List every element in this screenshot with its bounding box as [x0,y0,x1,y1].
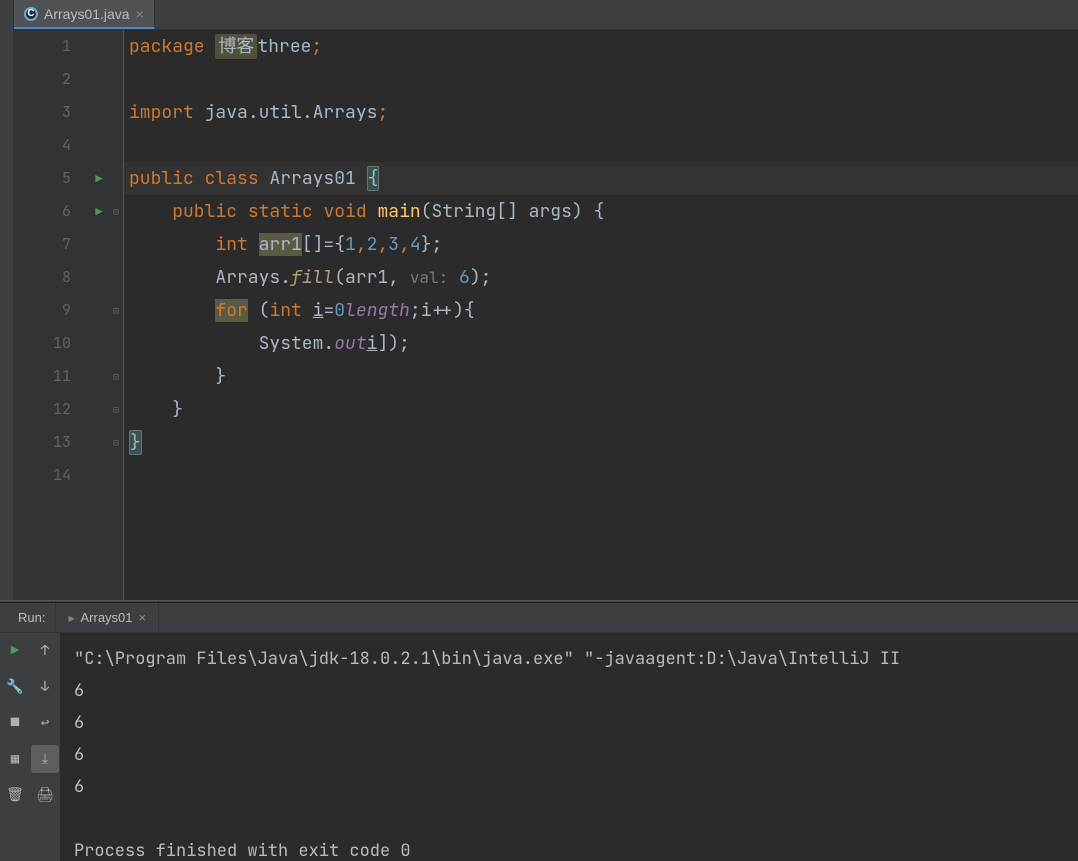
console-exit: Process finished with exit code 0 [74,840,411,861]
run-label: Run: [0,610,55,625]
console-line: 6 [74,776,84,798]
file-tab-arrays01[interactable]: C Arrays01.java × [14,0,155,29]
down-arrow-icon[interactable]: ↓ [31,673,59,701]
fold-gutter: ⊟ ⊟ ⊟ ⊟ ⊟ [109,30,123,600]
console-line: 6 [74,680,84,702]
run-gutter: ▶ ▶ [89,30,109,600]
line-num[interactable]: 3 [14,96,89,129]
console-cmd: "C:\Program Files\Java\jdk-18.0.2.1\bin\… [74,648,900,670]
layout-button[interactable]: ▦ [1,745,29,773]
run-header: Run: ▸ Arrays01 × [0,603,1078,633]
line-num[interactable]: 10 [14,327,89,360]
code-text-area[interactable]: package 博客three; import java.util.Arrays… [123,30,1078,600]
run-toolbar: ▶ 🔧 ■ ▦ 🗑 ↑ ↓ ↩ ⤓ 🖨 [0,633,60,861]
line-num[interactable]: 12 [14,393,89,426]
line-num[interactable]: 4 [14,129,89,162]
print-icon[interactable]: 🖨 [31,781,59,809]
fold-icon[interactable]: ⊟ [109,360,123,393]
close-icon[interactable]: × [139,610,147,625]
line-number-gutter[interactable]: 1 2 3 4 5 6 7 8 9 10 11 12 13 14 [14,30,89,600]
rerun-button[interactable]: ▶ [1,637,29,665]
console-output[interactable]: "C:\Program Files\Java\jdk-18.0.2.1\bin\… [60,633,1078,861]
line-num[interactable]: 8 [14,261,89,294]
up-arrow-icon[interactable]: ↑ [31,637,59,665]
line-num[interactable]: 9 [14,294,89,327]
close-icon[interactable]: × [136,6,144,22]
line-num[interactable]: 5 [14,162,89,195]
run-tool-window: Run: ▸ Arrays01 × ▶ 🔧 ■ ▦ 🗑 ↑ ↓ ↩ ⤓ [0,603,1078,861]
console-line: 6 [74,744,84,766]
java-class-icon: C [24,7,38,21]
run-tab-name: Arrays01 [81,610,133,625]
line-num[interactable]: 2 [14,63,89,96]
run-class-icon[interactable]: ▶ [89,162,109,195]
line-num[interactable]: 11 [14,360,89,393]
stop-button[interactable]: ■ [1,709,29,737]
soft-wrap-icon[interactable]: ↩ [31,709,59,737]
scroll-to-end-icon[interactable]: ⤓ [31,745,59,773]
fold-icon[interactable]: ⊟ [109,294,123,327]
run-target-icon: ▸ [68,611,74,625]
line-num[interactable]: 6 [14,195,89,228]
run-main-icon[interactable]: ▶ [89,195,109,228]
editor-tab-strip: C Arrays01.java × [14,0,1078,30]
run-config-tab[interactable]: ▸ Arrays01 × [55,603,159,632]
fold-icon[interactable]: ⊟ [109,426,123,459]
line-num[interactable]: 7 [14,228,89,261]
file-tab-label: Arrays01.java [44,6,130,22]
line-num[interactable]: 13 [14,426,89,459]
wrench-icon[interactable]: 🔧 [1,673,29,701]
fold-icon[interactable]: ⊟ [109,393,123,426]
console-line: 6 [74,712,84,734]
fold-icon[interactable]: ⊟ [109,195,123,228]
line-num[interactable]: 1 [14,30,89,63]
line-num[interactable]: 14 [14,459,89,492]
project-sidebar[interactable] [0,0,14,600]
trash-icon[interactable]: 🗑 [1,781,29,809]
code-editor: 1 2 3 4 5 6 7 8 9 10 11 12 13 14 ▶ ▶ ⊟ ⊟… [14,30,1078,600]
